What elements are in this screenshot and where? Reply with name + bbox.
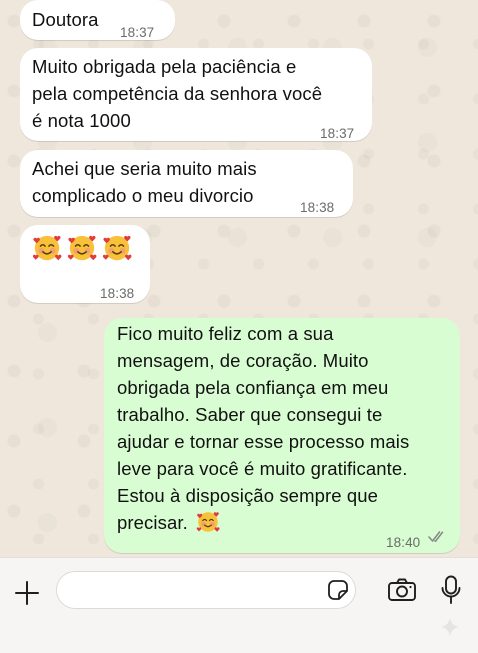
sticker-icon[interactable] [326, 578, 350, 602]
incoming-message[interactable]: Achei que seria muito mais complicado o … [20, 150, 353, 217]
incoming-emoji-message[interactable]: 18:38 [20, 225, 150, 303]
double-check-icon [428, 531, 444, 542]
incoming-message[interactable]: Muito obrigada pela paciência e pela com… [20, 48, 372, 141]
message-time: 18:40 [386, 535, 421, 550]
message-time: 18:38 [300, 200, 335, 215]
message-time: 18:37 [320, 126, 355, 141]
sparkle-icon [441, 618, 459, 636]
smiling-face-with-hearts-icon [32, 233, 62, 263]
message-text: Fico muito feliz com a sua mensagem, de … [117, 323, 410, 533]
emoji-row [32, 233, 132, 263]
smiling-face-with-hearts-icon [102, 233, 132, 263]
message-text: Muito obrigada pela paciência e pela com… [32, 56, 323, 131]
smiling-face-with-hearts-icon [196, 510, 220, 534]
plus-icon[interactable] [14, 580, 40, 606]
message-text: Achei que seria muito mais complicado o … [32, 158, 257, 206]
message-text: Doutora [32, 9, 99, 30]
camera-icon[interactable] [387, 577, 417, 603]
message-time: 18:37 [120, 25, 155, 40]
outgoing-message[interactable]: Fico muito feliz com a sua mensagem, de … [104, 318, 460, 553]
message-body: Fico muito feliz com a sua mensagem, de … [117, 320, 409, 536]
message-time: 18:38 [100, 286, 135, 301]
incoming-message[interactable]: Doutora 18:37 [20, 0, 175, 40]
microphone-icon[interactable] [441, 575, 461, 605]
message-input[interactable] [56, 571, 356, 609]
smiling-face-with-hearts-icon [67, 233, 97, 263]
